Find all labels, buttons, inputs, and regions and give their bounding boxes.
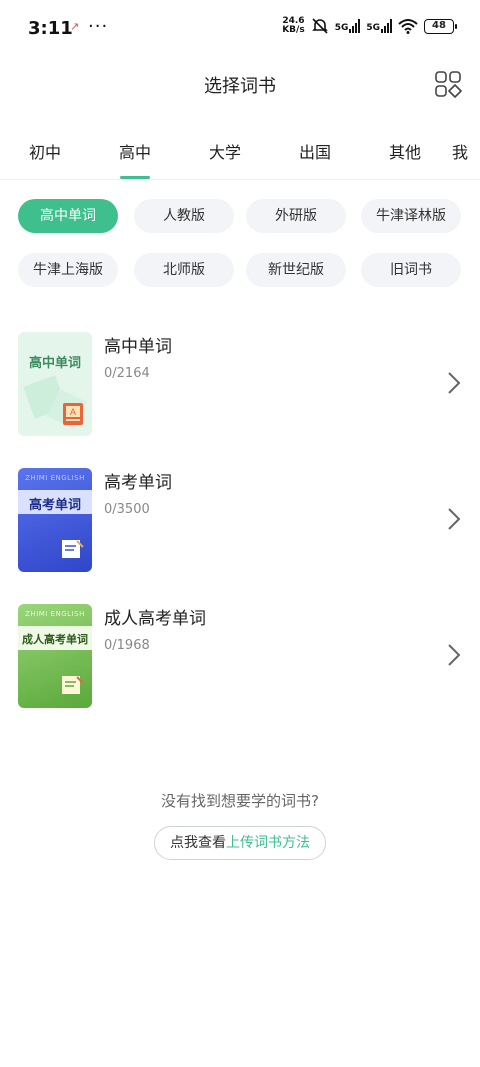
book-item[interactable]: 高中单词 A 高中单词 0/2164 xyxy=(18,332,466,438)
chip-bnu-edition[interactable]: 北师版 xyxy=(134,253,234,287)
signal-2-label: 5G xyxy=(366,23,380,33)
cover-banner: ZHIMI ENGLISH xyxy=(25,610,85,618)
signal-bars-icon xyxy=(381,19,392,33)
signal-1-label: 5G xyxy=(334,23,349,33)
chip-new-century[interactable]: 新世纪版 xyxy=(246,253,346,287)
chip-senior-high-words[interactable]: 高中单词 xyxy=(18,199,118,233)
book-name: 高中单词 xyxy=(104,337,172,357)
book-progress: 0/1968 xyxy=(104,638,150,653)
tab-senior-high[interactable]: 高中 xyxy=(105,139,165,163)
battery-indicator: 48 xyxy=(424,18,457,34)
book-item[interactable]: ZHIMI ENGLISH 高考单词 高考单词 0/3500 xyxy=(18,468,466,574)
more-notifications-icon: ··· xyxy=(88,16,109,37)
book-icon: A xyxy=(63,403,83,425)
cover-title: 高考单词 xyxy=(28,498,81,513)
tab-study-abroad[interactable]: 出国 xyxy=(285,139,345,163)
header: 选择词书 xyxy=(0,58,480,110)
tab-other[interactable]: 其他 xyxy=(375,139,435,163)
tab-indicator xyxy=(120,176,150,179)
notification-icon: ↗ xyxy=(70,20,80,33)
category-tabs: 初中 高中 大学 出国 其他 我 xyxy=(0,124,480,180)
chip-fltrp-edition[interactable]: 外研版 xyxy=(246,199,346,233)
signal-2: 5G xyxy=(366,19,392,33)
wifi-icon xyxy=(398,19,418,34)
chip-old-books[interactable]: 旧词书 xyxy=(361,253,461,287)
book-item[interactable]: ZHIMI ENGLISH 成人高考单词 成人高考单词 0/1968 xyxy=(18,604,466,710)
help-prefix: 点我查看 xyxy=(170,835,226,851)
tab-mine[interactable]: 我 xyxy=(452,139,480,163)
chevron-right-icon xyxy=(448,644,461,666)
not-found-text: 没有找到想要学的词书? xyxy=(161,792,319,810)
notebook-icon xyxy=(62,540,84,558)
book-name: 高考单词 xyxy=(104,473,172,493)
cover-title: 成人高考单词 xyxy=(22,633,88,646)
page-title: 选择词书 xyxy=(204,76,276,97)
network-speed: 24.6 KB/s xyxy=(282,17,304,35)
grid-icon[interactable] xyxy=(434,70,462,98)
chevron-right-icon xyxy=(448,372,461,394)
tab-university[interactable]: 大学 xyxy=(195,139,255,163)
cover-banner: ZHIMI ENGLISH xyxy=(25,474,85,482)
status-time: 3:11 xyxy=(28,18,73,39)
chip-oxford-shanghai[interactable]: 牛津上海版 xyxy=(18,253,118,287)
signal-1: 5G xyxy=(335,19,361,33)
signal-bars-icon xyxy=(349,19,361,33)
book-cover: 高中单词 A xyxy=(18,332,92,436)
upload-help-button[interactable]: 点我查看上传词书方法 xyxy=(154,826,326,860)
upload-method-link[interactable]: 上传词书方法 xyxy=(226,835,310,851)
mute-icon xyxy=(311,18,328,34)
cover-title: 高中单词 xyxy=(28,356,81,371)
status-bar: 3:11 ↗ ··· 24.6 KB/s 5G 5G 48 xyxy=(0,0,480,58)
network-speed-unit: KB/s xyxy=(282,25,305,35)
chevron-right-icon xyxy=(448,508,461,530)
notebook-icon xyxy=(62,676,84,694)
svg-text:A: A xyxy=(70,407,76,417)
book-progress: 0/3500 xyxy=(104,502,150,517)
chip-oxford-yilin[interactable]: 牛津译林版 xyxy=(361,199,461,233)
book-cover: ZHIMI ENGLISH 成人高考单词 xyxy=(18,604,92,708)
book-progress: 0/2164 xyxy=(104,366,150,381)
book-cover: ZHIMI ENGLISH 高考单词 xyxy=(18,468,92,572)
book-name: 成人高考单词 xyxy=(104,609,206,629)
tab-junior-high[interactable]: 初中 xyxy=(15,139,75,163)
chip-pep-edition[interactable]: 人教版 xyxy=(134,199,234,233)
status-indicators: 24.6 KB/s 5G 5G 48 xyxy=(282,17,457,35)
